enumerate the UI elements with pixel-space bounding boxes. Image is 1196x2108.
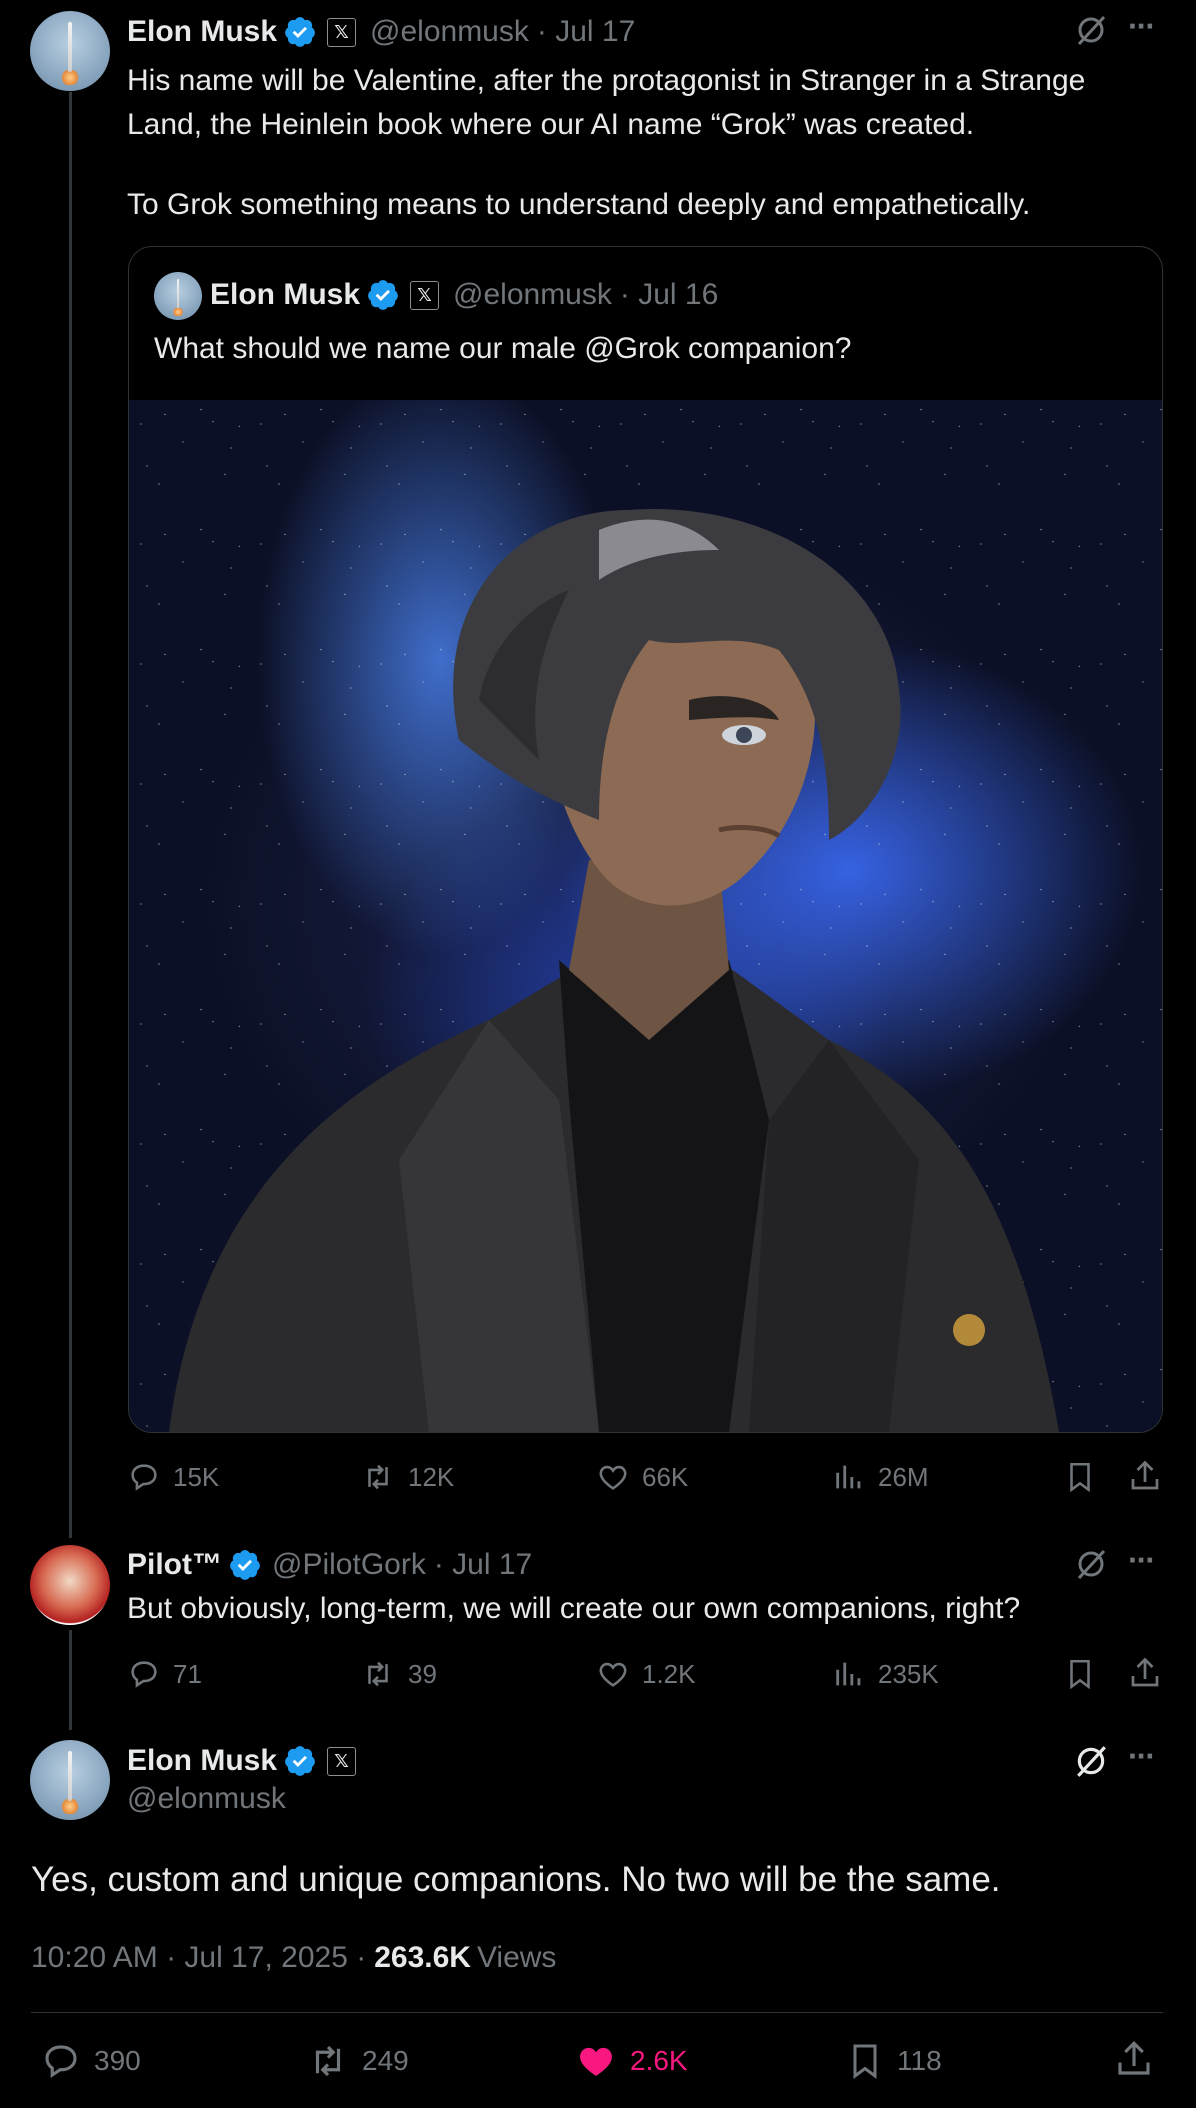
x-affiliate-badge: 𝕏 (327, 1746, 357, 1776)
repost-count: 249 (362, 2045, 409, 2076)
repost-icon (368, 1661, 388, 1687)
more-icon[interactable]: ··· (1128, 1542, 1156, 1579)
repost-button[interactable]: 39 (360, 1657, 437, 1691)
view-count: 235K (878, 1658, 939, 1689)
author-name[interactable]: Elon Musk (127, 1744, 277, 1778)
heart-icon (599, 1465, 627, 1490)
tweet-text-line: His name will be Valentine, after the pr… (127, 64, 1086, 97)
author-handle[interactable]: @PilotGork (272, 1548, 426, 1582)
repost-count: 12K (408, 1461, 455, 1492)
divider (31, 2012, 1163, 2013)
tweet-meta: 10:20 AM · Jul 17, 2025 · 263.6K Views (31, 1938, 556, 1978)
tweet-text-line: Land, the Heinlein book where our AI nam… (127, 107, 975, 141)
quoted-tweet[interactable]: Elon Musk 𝕏 @elonmusk · Jul 16 What shou… (128, 246, 1163, 1433)
tweet-date[interactable]: · Jul 17 (434, 1548, 532, 1582)
reply-icon (131, 1661, 157, 1688)
tweet-date[interactable]: · Jul 17 (537, 15, 635, 49)
verified-badge-icon (230, 1550, 260, 1580)
quote-author-handle: @elonmusk (453, 278, 612, 311)
repost-count: 39 (408, 1658, 437, 1689)
tweet-text: But obviously, long-term, we will create… (127, 1592, 1021, 1625)
quote-header: Elon Musk 𝕏 @elonmusk · Jul 16 (210, 275, 718, 315)
repost-button[interactable]: 249 (306, 2040, 409, 2082)
like-count: 66K (642, 1461, 689, 1492)
avatar[interactable] (30, 1740, 110, 1820)
author-name[interactable]: Pilot™ (127, 1548, 222, 1582)
main-tweet-text: Yes, custom and unique companions. No tw… (31, 1860, 1001, 1899)
bookmark-icon (853, 2044, 877, 2079)
bookmark-button[interactable]: 118 (845, 2040, 942, 2082)
heart-icon (599, 1662, 627, 1687)
quote-text: What should we name our male @Grok compa… (154, 332, 852, 365)
like-count: 2.6K (630, 2045, 688, 2076)
author-name[interactable]: Elon Musk (127, 15, 277, 49)
avatar[interactable] (30, 11, 110, 91)
reply-count: 71 (173, 1658, 202, 1689)
tweet-header: Pilot™ @PilotGork · Jul 17 (127, 1545, 532, 1585)
quote-avatar (154, 272, 202, 320)
tweet-header: Elon Musk 𝕏 (127, 1741, 357, 1781)
grok-icon[interactable] (1074, 1547, 1108, 1581)
analytics-icon (836, 1662, 861, 1686)
views-count: 263.6K (374, 1941, 471, 1974)
thread-line (69, 92, 72, 1538)
bookmark-icon[interactable] (1063, 1460, 1097, 1494)
like-count: 1.2K (642, 1658, 696, 1689)
reply-button[interactable]: 390 (40, 2040, 141, 2082)
repost-button[interactable]: 12K (360, 1460, 454, 1494)
views-label: Views (476, 1941, 557, 1974)
tweet-text: His name will be Valentine, after the pr… (127, 59, 1167, 227)
verified-badge-icon (368, 280, 398, 310)
reply-count: 390 (94, 2045, 141, 2076)
avatar[interactable] (30, 1545, 110, 1625)
x-affiliate-badge: 𝕏 (410, 280, 440, 310)
analytics-icon (836, 1465, 861, 1489)
views-button[interactable]: 235K (832, 1657, 939, 1691)
repost-icon (315, 2045, 341, 2077)
grok-icon[interactable] (1074, 13, 1108, 47)
views-button[interactable]: 26M (832, 1460, 929, 1494)
tweet-header: Elon Musk 𝕏 @elonmusk · Jul 17 (127, 12, 635, 52)
author-handle[interactable]: @elonmusk (127, 1782, 286, 1816)
tweet-text-line: To Grok something means to understand de… (127, 188, 1031, 221)
x-affiliate-badge: 𝕏 (327, 17, 357, 47)
reply-count: 15K (173, 1461, 220, 1492)
grok-icon[interactable] (1073, 1743, 1109, 1779)
like-button[interactable]: 2.6K (574, 2040, 688, 2082)
reply-icon (45, 2045, 77, 2078)
author-handle[interactable]: @elonmusk (370, 15, 529, 49)
bookmark-icon[interactable] (1063, 1657, 1097, 1691)
quote-image[interactable] (129, 400, 1162, 1432)
repost-icon (368, 1464, 388, 1490)
share-icon[interactable] (1113, 2038, 1155, 2080)
view-count: 26M (878, 1461, 929, 1492)
reply-button[interactable]: 71 (127, 1657, 202, 1691)
reply-button[interactable]: 15K (127, 1460, 219, 1494)
anime-character-illustration (169, 509, 1059, 1432)
like-button[interactable]: 1.2K (596, 1657, 696, 1691)
heart-filled-icon (580, 2047, 612, 2076)
reply-icon (131, 1464, 157, 1491)
bookmark-count: 118 (897, 2045, 942, 2076)
more-icon[interactable]: ··· (1128, 1738, 1156, 1775)
verified-badge-icon (285, 1746, 315, 1776)
like-button[interactable]: 66K (596, 1460, 688, 1494)
quote-date: · Jul 16 (619, 278, 719, 311)
thread-line (69, 1630, 72, 1730)
more-icon[interactable]: ··· (1128, 8, 1156, 45)
share-icon[interactable] (1127, 1655, 1163, 1691)
timestamp[interactable]: 10:20 AM · Jul 17, 2025 · (31, 1941, 366, 1975)
quote-author-name: Elon Musk (210, 278, 361, 311)
share-icon[interactable] (1127, 1458, 1163, 1494)
verified-badge-icon (285, 17, 315, 47)
